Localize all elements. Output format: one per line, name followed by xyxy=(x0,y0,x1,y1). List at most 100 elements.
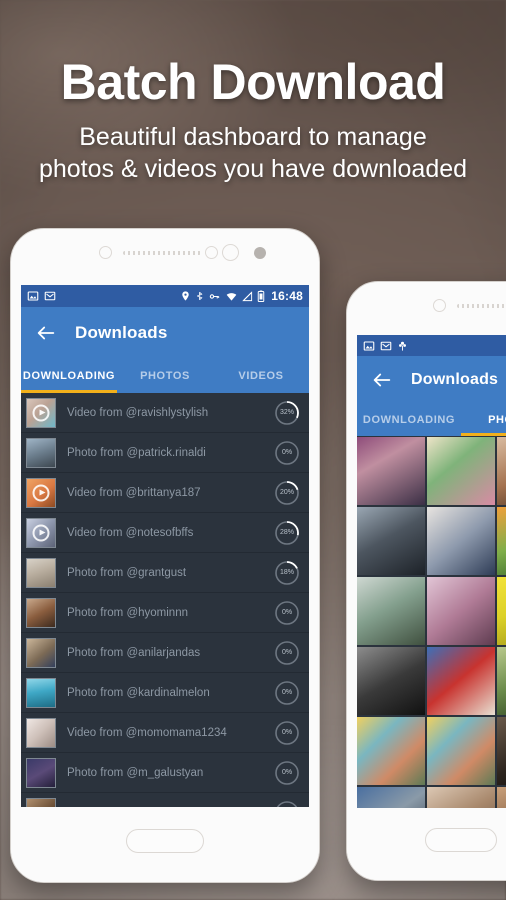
photo-grid-cell[interactable] xyxy=(427,437,495,505)
download-label: Video from @brittanya187 xyxy=(67,486,201,499)
download-row[interactable]: Video from @notesofbffs 28% xyxy=(21,513,309,553)
phone-two-screen: Downloads DOWNLOADING PHOTOS xyxy=(357,335,506,808)
download-row[interactable]: Photo from @grantgust 18% xyxy=(21,553,309,593)
promo-subtitle-line-2: photos & videos you have downloaded xyxy=(38,154,468,183)
download-row[interactable]: Video from @ravishlystylish 32% xyxy=(21,393,309,433)
page-title: Downloads xyxy=(411,371,499,388)
download-progress-ring: 20% xyxy=(274,480,300,506)
download-progress-ring: 0% xyxy=(274,680,300,706)
download-progress-ring: 0% xyxy=(274,640,300,666)
download-progress-ring: 0% xyxy=(274,760,300,786)
download-progress-text: 28% xyxy=(279,529,294,536)
proximity-sensor-icon xyxy=(205,246,218,259)
download-thumbnail xyxy=(26,637,56,668)
front-camera-icon xyxy=(99,246,112,259)
download-list[interactable]: Video from @ravishlystylish 32% Photo from… xyxy=(21,393,309,807)
photo-grid-cell[interactable] xyxy=(497,507,506,575)
download-thumbnail xyxy=(26,797,56,807)
photo-grid-cell[interactable] xyxy=(427,577,495,645)
phone-bottom-bezel xyxy=(11,807,319,882)
status-bar: 16:48 xyxy=(21,285,309,307)
earpiece-speaker xyxy=(123,251,201,255)
promo-title: Batch Download xyxy=(60,54,446,110)
photo-grid-cell[interactable] xyxy=(427,787,495,808)
phone-one-screen: 16:48 Downloads DOWNLOADING PHOTOS VIDEO… xyxy=(21,285,309,807)
play-icon xyxy=(32,524,50,541)
promo-subtitle-line-1: Beautiful dashboard to manage xyxy=(79,122,427,151)
photo-grid-cell[interactable] xyxy=(497,647,506,715)
location-icon xyxy=(180,290,191,302)
download-thumbnail xyxy=(26,517,56,548)
download-label: Photo from @m_galustyan xyxy=(67,766,204,779)
download-progress-ring: 28% xyxy=(274,520,300,546)
tab-active-indicator xyxy=(461,433,506,436)
arrow-back-icon[interactable] xyxy=(371,369,393,391)
photo-grid-cell[interactable] xyxy=(357,717,425,785)
play-icon xyxy=(32,404,50,421)
image-icon xyxy=(27,290,39,302)
download-label: Photo from @anilarjandas xyxy=(67,646,201,659)
wifi-icon xyxy=(225,291,238,302)
download-progress-text: 0% xyxy=(281,689,293,696)
tab-downloading[interactable]: DOWNLOADING xyxy=(357,404,461,436)
tab-photos[interactable]: PHOTOS xyxy=(117,359,213,393)
photo-grid-cell[interactable] xyxy=(497,717,506,785)
flower-icon xyxy=(397,340,408,352)
photo-grid-cell[interactable] xyxy=(357,437,425,505)
download-label: Photo from @hyominnn xyxy=(67,606,188,619)
download-progress-text: 0% xyxy=(281,649,293,656)
download-label: Video from @momomama1234 xyxy=(67,726,227,739)
download-progress-text: 0% xyxy=(281,769,293,776)
promo-headline-block: Batch Download Beautiful dashboard to ma… xyxy=(0,56,506,185)
photo-grid-cell[interactable] xyxy=(497,577,506,645)
arrow-back-icon[interactable] xyxy=(35,322,57,344)
photo-grid-cell[interactable] xyxy=(357,787,425,808)
battery-icon xyxy=(257,290,265,302)
photo-grid-cell[interactable] xyxy=(497,787,506,808)
home-button[interactable] xyxy=(126,829,204,853)
download-progress-ring: 0% xyxy=(274,800,300,807)
vpn-key-icon xyxy=(208,291,221,302)
download-progress-ring: 0% xyxy=(274,440,300,466)
earpiece-speaker xyxy=(457,304,506,308)
download-progress-text: 0% xyxy=(281,449,293,456)
photo-grid-cell[interactable] xyxy=(427,647,495,715)
image-icon xyxy=(363,340,375,352)
download-progress-ring: 18% xyxy=(274,560,300,586)
download-row[interactable]: Photo from @cocoanana0% xyxy=(21,793,309,807)
download-row[interactable]: Photo from @patrick.rinaldi 0% xyxy=(21,433,309,473)
mail-icon xyxy=(380,340,392,352)
tab-downloading[interactable]: DOWNLOADING xyxy=(21,359,117,393)
tab-videos[interactable]: VIDEOS xyxy=(213,359,309,393)
page-title: Downloads xyxy=(75,323,168,342)
download-progress-text: 0% xyxy=(281,609,293,616)
download-row[interactable]: Video from @momomama1234 0% xyxy=(21,713,309,753)
tab-photos[interactable]: PHOTOS xyxy=(461,404,506,436)
download-progress-ring: 0% xyxy=(274,720,300,746)
photo-grid-cell[interactable] xyxy=(357,507,425,575)
home-button[interactable] xyxy=(425,828,497,852)
download-thumbnail xyxy=(26,757,56,788)
photo-grid-cell[interactable] xyxy=(427,717,495,785)
photo-grid-cell[interactable] xyxy=(427,507,495,575)
app-bar: Downloads xyxy=(21,307,309,359)
download-row[interactable]: Photo from @hyominnn 0% xyxy=(21,593,309,633)
light-sensor-icon xyxy=(222,244,239,261)
photo-grid-cell[interactable] xyxy=(357,647,425,715)
download-row[interactable]: Photo from @anilarjandas 0% xyxy=(21,633,309,673)
download-thumbnail xyxy=(26,677,56,708)
download-row[interactable]: Video from @brittanya187 20% xyxy=(21,473,309,513)
download-thumbnail xyxy=(26,717,56,748)
photo-grid[interactable] xyxy=(357,436,506,808)
status-bar-clock: 16:48 xyxy=(271,289,303,303)
download-row[interactable]: Photo from @kardinalmelon 0% xyxy=(21,673,309,713)
download-label: Video from @ravishlystylish xyxy=(67,406,209,419)
phone-device-secondary: Downloads DOWNLOADING PHOTOS xyxy=(346,281,506,881)
download-thumbnail xyxy=(26,477,56,508)
led-indicator-icon xyxy=(254,247,266,259)
photo-grid-cell[interactable] xyxy=(357,577,425,645)
signal-off-icon xyxy=(242,290,253,302)
download-label: Photo from @kardinalmelon xyxy=(67,686,210,699)
photo-grid-cell[interactable] xyxy=(497,437,506,505)
download-row[interactable]: Photo from @m_galustyan 0% xyxy=(21,753,309,793)
